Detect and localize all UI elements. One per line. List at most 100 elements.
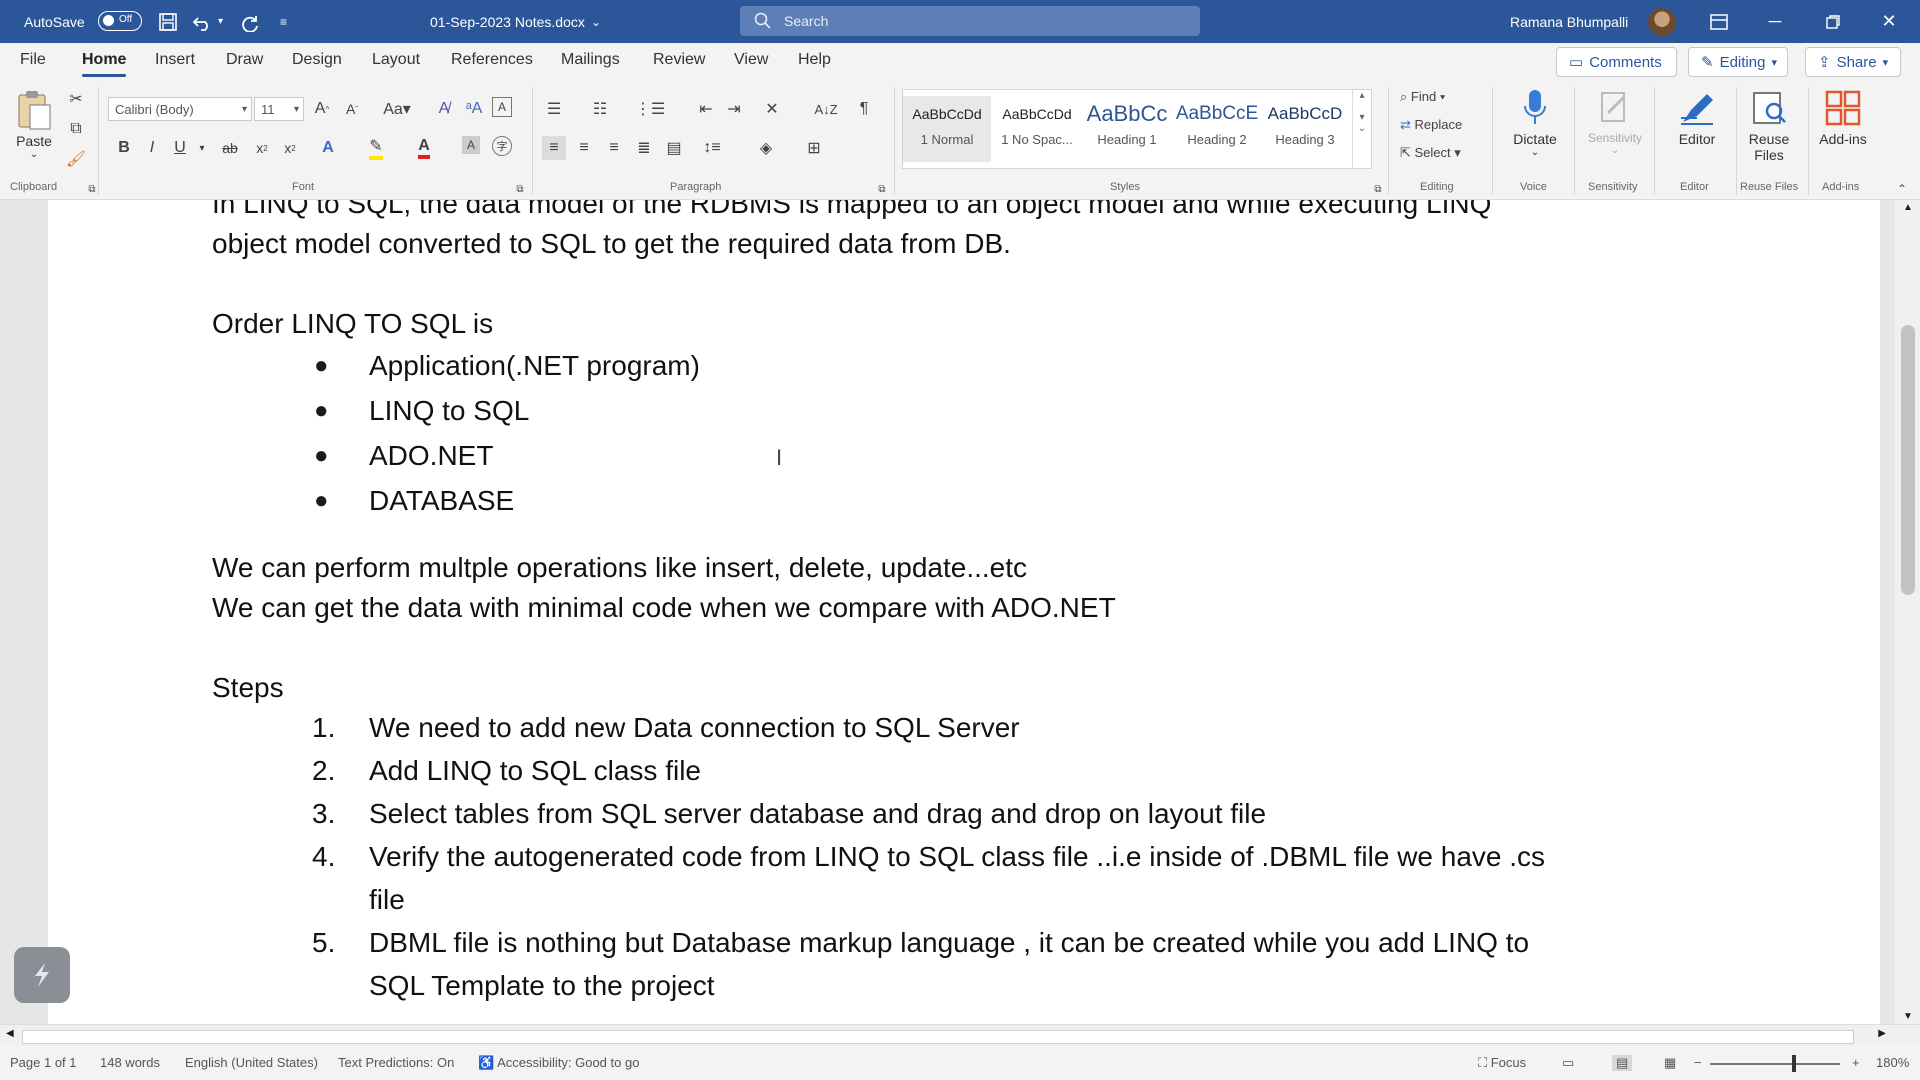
font-size-select[interactable]: 11 ▾ [254, 97, 304, 121]
scroll-right-icon[interactable]: ▶ [1878, 1028, 1886, 1039]
styles-scroll[interactable]: ▴ ▾ ⌄ [1352, 90, 1371, 168]
tab-design[interactable]: Design [292, 51, 342, 69]
enclose-characters-icon[interactable]: 字 [492, 136, 512, 156]
zoom-in-icon[interactable]: + [1852, 1055, 1860, 1070]
increase-indent-icon[interactable]: ⇥ [722, 97, 746, 121]
page-count[interactable]: Page 1 of 1 [10, 1055, 77, 1070]
text-effects-icon[interactable]: A [316, 136, 340, 160]
scroll-up-icon[interactable]: ▲ [1903, 202, 1913, 213]
character-border-icon[interactable]: A [492, 97, 512, 117]
bullets-icon[interactable]: ☰ [542, 97, 566, 121]
horizontal-scrollbar[interactable]: ◀ ▶ [0, 1024, 1920, 1047]
reuse-files-button[interactable]: Reuse Files [1734, 85, 1804, 163]
character-shading-icon[interactable]: A [462, 136, 480, 154]
scroll-thumb[interactable] [1901, 325, 1915, 595]
accessibility-status[interactable]: ♿ Accessibility: Good to go [478, 1055, 639, 1071]
undo-dropdown-icon[interactable]: ▾ [218, 0, 223, 43]
subscript-icon[interactable]: x2 [250, 136, 274, 160]
save-icon[interactable] [158, 0, 178, 43]
read-mode-icon[interactable]: ▭ [1562, 1055, 1574, 1071]
redo-icon[interactable] [240, 0, 260, 43]
share-button[interactable]: ⇪ Share ▾ [1805, 47, 1901, 77]
clipboard-launcher-icon[interactable]: ⧉ [80, 177, 104, 201]
word-count[interactable]: 148 words [100, 1055, 160, 1070]
italic-icon[interactable]: I [140, 136, 164, 160]
tab-insert[interactable]: Insert [155, 51, 195, 69]
multilevel-list-icon[interactable]: ⋮☰ [635, 97, 665, 121]
undo-icon[interactable] [192, 0, 212, 43]
sensitivity-button[interactable]: Sensitivity ⌄ [1580, 85, 1650, 156]
grow-font-icon[interactable]: A ^ [310, 97, 334, 121]
collapse-ribbon-icon[interactable]: ⌃ [1890, 177, 1914, 201]
floating-app-icon[interactable] [14, 947, 70, 1003]
style-heading-2[interactable]: AaBbCcE Heading 2 [1173, 96, 1261, 162]
shrink-font-icon[interactable]: Aˇ [340, 97, 364, 121]
replace-button[interactable]: ⇄ Replace [1400, 117, 1462, 133]
show-formatting-marks-icon[interactable]: ¶ [852, 97, 876, 121]
style-no-spacing[interactable]: AaBbCcDd 1 No Spac... [993, 96, 1081, 162]
customize-qat-icon[interactable]: ≡ [280, 0, 287, 43]
zoom-level[interactable]: 180% [1876, 1055, 1909, 1070]
dictate-button[interactable]: Dictate ⌄ [1500, 85, 1570, 158]
numbering-icon[interactable]: ☷ [588, 97, 612, 121]
format-painter-icon[interactable]: 🖌 [64, 147, 88, 171]
superscript-icon[interactable]: x2 [278, 136, 302, 160]
cut-icon[interactable]: ✂ [64, 87, 88, 111]
align-left-icon[interactable]: ≡ [542, 136, 566, 160]
strikethrough-icon[interactable]: ab [218, 136, 242, 160]
decrease-indent-icon[interactable]: ⇤ [694, 97, 718, 121]
text-effects-typography-icon[interactable]: ᵃA [462, 97, 486, 121]
styles-launcher-icon[interactable]: ⧉ [1366, 177, 1390, 201]
tab-draw[interactable]: Draw [226, 51, 263, 69]
sort-icon[interactable]: A↓Z [814, 97, 838, 121]
language-status[interactable]: English (United States) [185, 1055, 318, 1070]
copy-icon[interactable]: ⧉ [64, 117, 88, 141]
justify-icon[interactable]: ≣ [632, 136, 656, 160]
tab-mailings[interactable]: Mailings [561, 51, 620, 69]
align-center-icon[interactable]: ≡ [572, 136, 596, 160]
font-color-icon[interactable]: A [412, 136, 436, 160]
autosave-toggle[interactable]: Off [98, 11, 142, 31]
line-spacing-icon[interactable]: ↕≡ [700, 136, 724, 160]
tab-help[interactable]: Help [798, 51, 831, 69]
restore-icon[interactable] [1810, 0, 1856, 43]
zoom-slider-thumb[interactable] [1792, 1055, 1796, 1072]
avatar[interactable] [1648, 8, 1676, 36]
style-heading-1[interactable]: AaBbCc Heading 1 [1083, 96, 1171, 162]
tab-home[interactable]: Home [82, 51, 127, 77]
close-icon[interactable]: ✕ [1866, 0, 1912, 43]
underline-icon[interactable]: U [168, 136, 192, 160]
paragraph-launcher-icon[interactable]: ⧉ [870, 177, 894, 201]
style-heading-3[interactable]: AaBbCcD Heading 3 [1261, 96, 1349, 162]
select-button[interactable]: ⇱ Select ▾ [1400, 145, 1461, 161]
text-predictions-status[interactable]: Text Predictions: On [338, 1055, 454, 1070]
ribbon-display-options-icon[interactable] [1696, 0, 1742, 43]
font-launcher-icon[interactable]: ⧉ [508, 177, 532, 201]
vertical-scrollbar[interactable]: ▲ ▼ [1895, 200, 1920, 1024]
search-box[interactable]: Search [740, 6, 1200, 36]
editing-mode-button[interactable]: ✎ Editing ▾ [1688, 47, 1788, 77]
tab-layout[interactable]: Layout [372, 51, 420, 69]
chevron-down-icon[interactable]: ▾ [190, 136, 214, 160]
text-direction-icon[interactable]: ✕ [760, 97, 784, 121]
scroll-thumb[interactable] [22, 1030, 1854, 1044]
change-case-icon[interactable]: Aa▾ [380, 97, 414, 121]
tab-view[interactable]: View [734, 51, 768, 69]
editor-button[interactable]: Editor [1662, 85, 1732, 147]
style-normal[interactable]: AaBbCcDd 1 Normal [903, 96, 991, 162]
print-layout-icon[interactable]: ▤ [1612, 1055, 1633, 1071]
find-button[interactable]: ⌕ Find ▾ [1400, 89, 1445, 105]
tab-review[interactable]: Review [653, 51, 705, 69]
distributed-icon[interactable]: ▤ [662, 136, 686, 160]
zoom-slider[interactable] [1710, 1063, 1840, 1065]
user-name[interactable]: Ramana Bhumpalli [1510, 0, 1628, 43]
highlight-icon[interactable]: ✎ [364, 136, 388, 160]
minimize-icon[interactable]: ─ [1752, 0, 1798, 43]
comments-button[interactable]: ▭ Comments [1556, 47, 1677, 77]
paste-button[interactable]: Paste ⌄ [4, 87, 64, 160]
web-layout-icon[interactable]: ▦ [1664, 1055, 1676, 1071]
shading-icon[interactable]: ◈ [754, 136, 778, 160]
clear-formatting-icon[interactable]: A̸ [432, 97, 456, 121]
zoom-out-icon[interactable]: − [1694, 1055, 1702, 1070]
font-family-select[interactable]: Calibri (Body) ▾ [108, 97, 252, 121]
